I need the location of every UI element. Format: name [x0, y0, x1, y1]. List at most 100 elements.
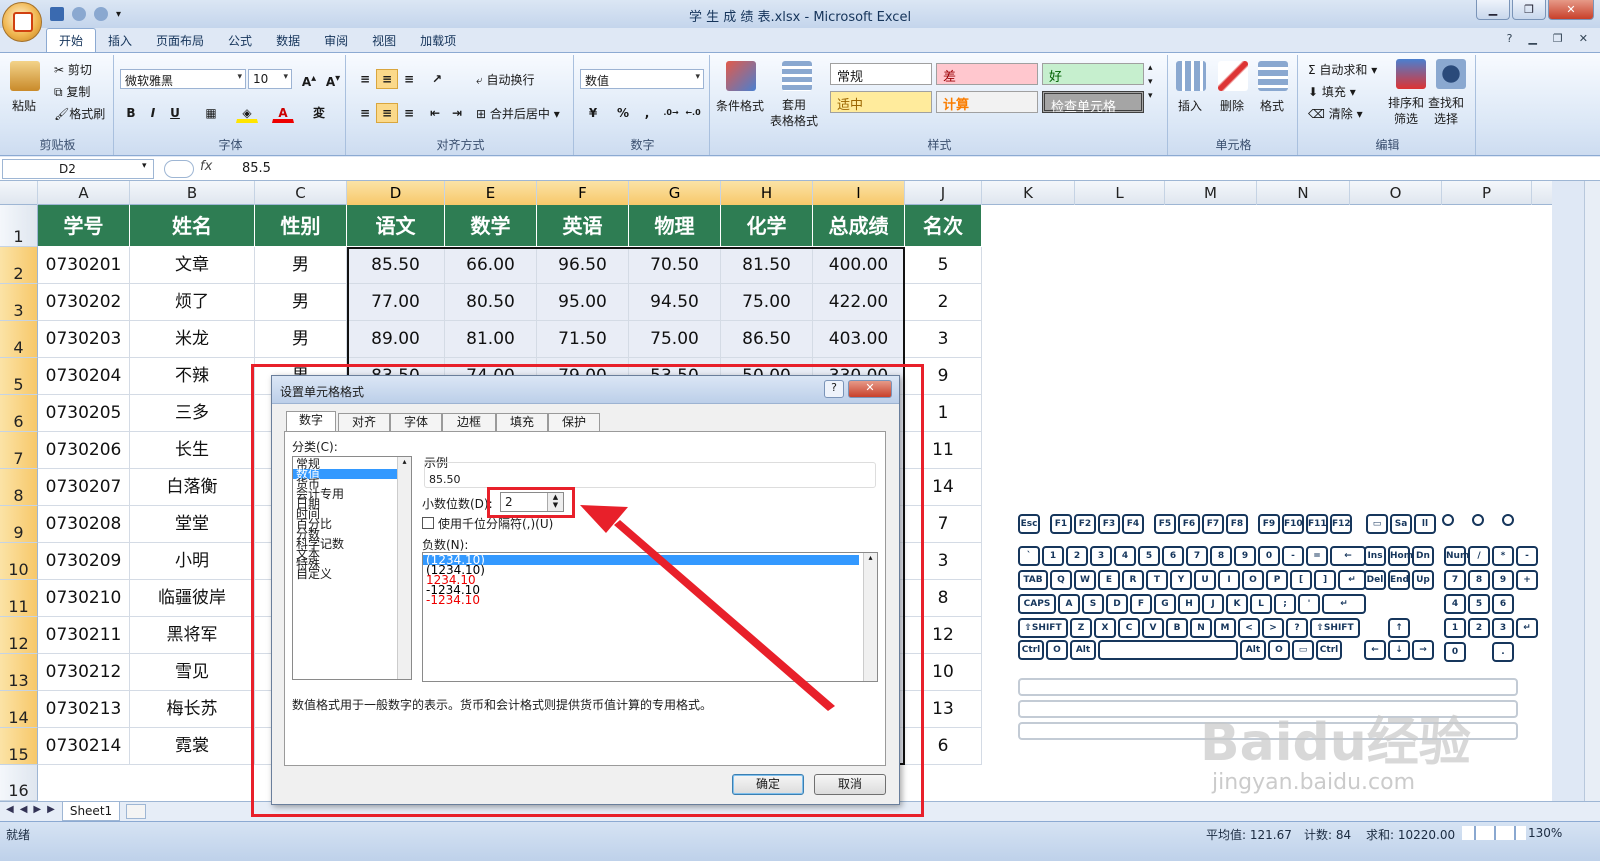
conditional-format-icon[interactable] [726, 61, 756, 91]
formula-input[interactable]: 85.5 [242, 161, 271, 176]
tab-addins[interactable]: 加载项 [408, 30, 468, 52]
data-cell[interactable]: 米龙 [130, 321, 255, 358]
data-cell[interactable]: 89.00 [347, 321, 445, 358]
data-cell[interactable]: 80.50 [445, 284, 537, 321]
align-bottom-icon[interactable]: ≡ [398, 69, 420, 89]
find-select-button[interactable]: 查找和 选择 [1428, 95, 1464, 127]
shrink-font-icon[interactable]: A▾ [322, 69, 344, 89]
orientation-icon[interactable]: ↗ [426, 69, 448, 89]
format-button[interactable]: 格式 [1260, 97, 1284, 114]
data-cell[interactable]: 0730203 [38, 321, 130, 358]
data-cell[interactable]: 0730212 [38, 654, 130, 691]
style-check-cell[interactable]: 检查单元格 [1042, 91, 1144, 115]
data-cell[interactable]: 85.50 [347, 247, 445, 284]
number-format-combo[interactable]: 数值 [580, 69, 704, 89]
clear-button[interactable]: ⌫ 清除 ▾ [1308, 105, 1363, 122]
data-cell[interactable]: 75.00 [721, 284, 813, 321]
data-cell[interactable]: 男 [255, 247, 347, 284]
row-header-6[interactable]: 6 [0, 395, 38, 432]
style-neutral[interactable]: 适中 [830, 91, 932, 113]
ribbon-restore-icon[interactable]: ❐ [1553, 32, 1563, 45]
dialog-close-button[interactable]: ✕ [848, 380, 892, 398]
ok-button[interactable]: 确定 [732, 774, 804, 795]
data-cell[interactable]: 长生 [130, 432, 255, 469]
dialog-tab-fill[interactable]: 填充 [496, 413, 548, 431]
header-cell[interactable]: 名次 [905, 205, 982, 247]
header-cell[interactable]: 数学 [445, 205, 537, 247]
data-cell[interactable]: 10 [905, 654, 982, 691]
row-header-16[interactable]: 16 [0, 765, 38, 801]
data-cell[interactable]: 422.00 [813, 284, 905, 321]
data-cell[interactable]: 0730204 [38, 358, 130, 395]
align-center-icon[interactable]: ≡ [376, 103, 398, 123]
phonetic-icon[interactable]: 変 [308, 103, 330, 123]
data-cell[interactable]: 0730206 [38, 432, 130, 469]
data-cell[interactable]: 96.50 [537, 247, 629, 284]
align-middle-icon[interactable]: ≡ [376, 69, 398, 89]
row-header-11[interactable]: 11 [0, 580, 38, 617]
row-header-1[interactable]: 1 [0, 205, 38, 247]
header-cell[interactable]: 英语 [537, 205, 629, 247]
data-cell[interactable]: 81.50 [721, 247, 813, 284]
category-list[interactable]: 常规 数值 货币 会计专用 日期 时间 百分比 分数 科学记数 文本 特殊 自定义 ▴ [292, 456, 412, 680]
formula-expand-handle[interactable] [164, 160, 194, 178]
insert-button[interactable]: 插入 [1178, 97, 1202, 114]
data-cell[interactable]: 男 [255, 321, 347, 358]
data-cell[interactable]: 文章 [130, 247, 255, 284]
help-icon[interactable]: ? [1507, 32, 1513, 45]
delete-cells-icon[interactable] [1218, 61, 1248, 91]
data-cell[interactable]: 男 [255, 284, 347, 321]
sort-filter-icon[interactable] [1396, 59, 1426, 89]
header-cell[interactable]: 语文 [347, 205, 445, 247]
negative-format-item[interactable]: (1234.10) [423, 554, 859, 566]
data-cell[interactable]: 0730213 [38, 691, 130, 728]
data-cell[interactable]: 66.00 [445, 247, 537, 284]
align-top-icon[interactable]: ≡ [354, 69, 376, 89]
row-header-4[interactable]: 4 [0, 321, 38, 358]
conditional-format-button[interactable]: 条件格式 [716, 97, 764, 114]
header-cell[interactable]: 物理 [629, 205, 721, 247]
row-header-5[interactable]: 5 [0, 358, 38, 395]
minimize-button[interactable]: ▁ [1476, 0, 1510, 20]
currency-icon[interactable]: ¥ [582, 103, 604, 123]
row-header-2[interactable]: 2 [0, 247, 38, 284]
fx-icon[interactable]: fx [200, 159, 212, 174]
tab-formulas[interactable]: 公式 [216, 30, 264, 52]
dialog-tab-number[interactable]: 数字 [286, 411, 336, 432]
tab-home[interactable]: 开始 [46, 28, 97, 52]
paste-button[interactable]: 粘贴 [12, 97, 36, 114]
data-cell[interactable]: 三多 [130, 395, 255, 432]
comma-icon[interactable]: , [636, 103, 658, 123]
row-header-8[interactable]: 8 [0, 469, 38, 506]
delete-button[interactable]: 删除 [1220, 97, 1244, 114]
data-cell[interactable]: 0730202 [38, 284, 130, 321]
data-cell[interactable]: 临疆彼岸 [130, 580, 255, 617]
data-cell[interactable]: 403.00 [813, 321, 905, 358]
cancel-button[interactable]: 取消 [814, 774, 886, 795]
row-header-7[interactable]: 7 [0, 432, 38, 469]
row-header-14[interactable]: 14 [0, 691, 38, 728]
data-cell[interactable]: 不辣 [130, 358, 255, 395]
format-table-icon[interactable] [782, 61, 812, 91]
data-cell[interactable]: 5 [905, 247, 982, 284]
data-cell[interactable]: 77.00 [347, 284, 445, 321]
data-cell[interactable]: 3 [905, 543, 982, 580]
data-cell[interactable]: 75.00 [629, 321, 721, 358]
header-cell[interactable]: 化学 [721, 205, 813, 247]
grow-font-icon[interactable]: A▴ [298, 69, 320, 89]
cut-button[interactable]: ✂ 剪切 [54, 61, 92, 78]
thousands-checkbox[interactable] [422, 517, 434, 529]
style-normal[interactable]: 常规 [830, 63, 932, 85]
negative-format-item[interactable]: -1234.10 [423, 584, 859, 596]
negative-format-item[interactable]: -1234.10 [423, 594, 859, 606]
dialog-help-button[interactable]: ? [824, 380, 844, 398]
name-box[interactable]: D2 [2, 159, 154, 179]
data-cell[interactable]: 0730205 [38, 395, 130, 432]
row-header-15[interactable]: 15 [0, 728, 38, 765]
data-cell[interactable]: 0730201 [38, 247, 130, 284]
tab-view[interactable]: 视图 [360, 30, 408, 52]
restore-button[interactable]: ❐ [1512, 0, 1546, 20]
data-cell[interactable]: 12 [905, 617, 982, 654]
row-header-3[interactable]: 3 [0, 284, 38, 321]
merge-center-button[interactable]: ⊞ 合并后居中 ▾ [476, 105, 560, 122]
